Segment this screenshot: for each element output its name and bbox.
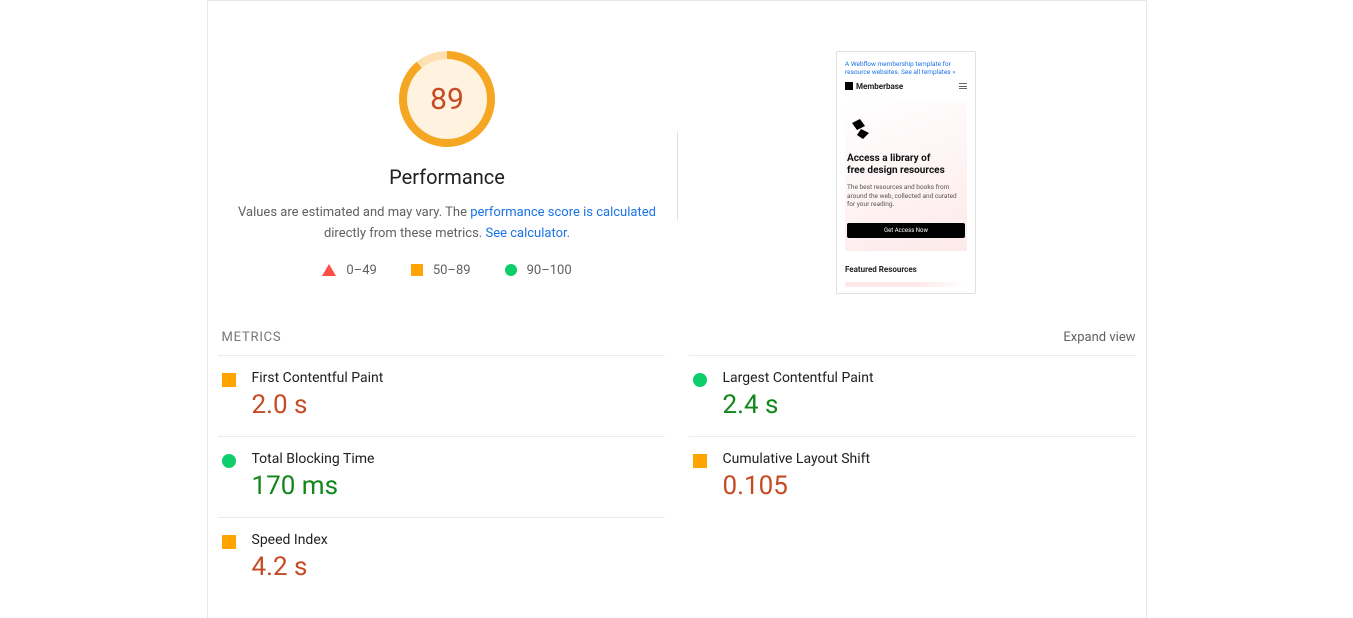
circle-icon <box>693 373 707 387</box>
metric-name: First Contentful Paint <box>252 370 384 386</box>
screenshot-column: A Webflow membership template for resour… <box>677 51 1136 294</box>
metric-value: 2.4 s <box>723 390 874 420</box>
calc-link[interactable]: performance score is calculated <box>470 205 656 220</box>
legend-average: 50–89 <box>411 263 471 278</box>
metric-tbt[interactable]: Total Blocking Time 170 ms <box>218 436 665 517</box>
metric-value: 4.2 s <box>252 552 328 582</box>
preview-brand: Memberbase <box>845 82 903 91</box>
metric-name: Cumulative Layout Shift <box>723 451 871 467</box>
preview-navbar: Memberbase <box>845 82 967 91</box>
legend-good: 90–100 <box>505 263 572 278</box>
metrics-grid: First Contentful Paint 2.0 s Largest Con… <box>208 355 1146 598</box>
metric-body: Total Blocking Time 170 ms <box>252 451 375 501</box>
metric-cls[interactable]: Cumulative Layout Shift 0.105 <box>689 436 1136 517</box>
desc-text: Values are estimated and may vary. The <box>238 205 470 220</box>
gauge-title: Performance <box>389 165 505 189</box>
triangle-icon <box>322 264 336 276</box>
metric-name: Total Blocking Time <box>252 451 375 467</box>
metrics-heading: METRICS <box>222 330 282 345</box>
gauge-column: 89 Performance Values are estimated and … <box>218 51 677 278</box>
metrics-header: METRICS Expand view <box>208 324 1146 355</box>
vertical-divider <box>677 131 678 221</box>
preview-content-bar <box>845 282 967 287</box>
performance-gauge: 89 <box>399 51 495 147</box>
legend-poor: 0–49 <box>322 263 376 278</box>
desc-text: directly from these metrics. <box>324 226 486 241</box>
metric-body: First Contentful Paint 2.0 s <box>252 370 384 420</box>
gauge-score: 89 <box>399 51 495 147</box>
preview-cta-button: Get Access Now <box>847 223 965 238</box>
metric-body: Largest Contentful Paint 2.4 s <box>723 370 874 420</box>
metric-name: Largest Contentful Paint <box>723 370 874 386</box>
preview-hero-title: Access a library of free design resource… <box>847 153 965 178</box>
preview-featured-heading: Featured Resources <box>845 265 967 274</box>
score-legend: 0–49 50–89 90–100 <box>322 263 571 278</box>
page-screenshot: A Webflow membership template for resour… <box>836 51 976 294</box>
report-panel: 89 Performance Values are estimated and … <box>207 0 1147 618</box>
preview-logo-icon <box>845 82 853 90</box>
expand-view-toggle[interactable]: Expand view <box>1063 330 1135 345</box>
gauge-description: Values are estimated and may vary. The p… <box>232 203 662 245</box>
circle-icon <box>505 264 517 276</box>
legend-good-label: 90–100 <box>527 263 572 278</box>
hamburger-icon <box>959 83 967 89</box>
preview-hero-subtitle: The best resources and books from around… <box>847 183 965 209</box>
square-icon <box>411 264 423 276</box>
metric-value: 170 ms <box>252 471 375 501</box>
see-calculator-link[interactable]: See calculator <box>485 226 566 241</box>
metric-fcp[interactable]: First Contentful Paint 2.0 s <box>218 355 665 436</box>
metric-value: 0.105 <box>723 471 871 501</box>
preview-tag-link: See all templates » <box>901 68 955 76</box>
metric-body: Speed Index 4.2 s <box>252 532 328 582</box>
metric-speed-index[interactable]: Speed Index 4.2 s <box>218 517 665 598</box>
metric-body: Cumulative Layout Shift 0.105 <box>723 451 871 501</box>
preview-hero-icon <box>849 117 875 143</box>
preview-hero-line2: free design resources <box>847 165 965 178</box>
square-icon <box>222 535 236 549</box>
square-icon <box>222 373 236 387</box>
metric-value: 2.0 s <box>252 390 384 420</box>
preview-hero-line1: Access a library of <box>847 153 965 166</box>
metric-name: Speed Index <box>252 532 328 548</box>
preview-tagline: A Webflow membership template for resour… <box>845 60 967 77</box>
preview-hero: Access a library of free design resource… <box>845 101 967 251</box>
desc-text: . <box>567 226 570 241</box>
circle-icon <box>222 454 236 468</box>
metric-lcp[interactable]: Largest Contentful Paint 2.4 s <box>689 355 1136 436</box>
legend-avg-label: 50–89 <box>433 263 471 278</box>
preview-brand-name: Memberbase <box>856 82 903 91</box>
summary-section: 89 Performance Values are estimated and … <box>208 1 1146 324</box>
legend-poor-label: 0–49 <box>346 263 376 278</box>
square-icon <box>693 454 707 468</box>
